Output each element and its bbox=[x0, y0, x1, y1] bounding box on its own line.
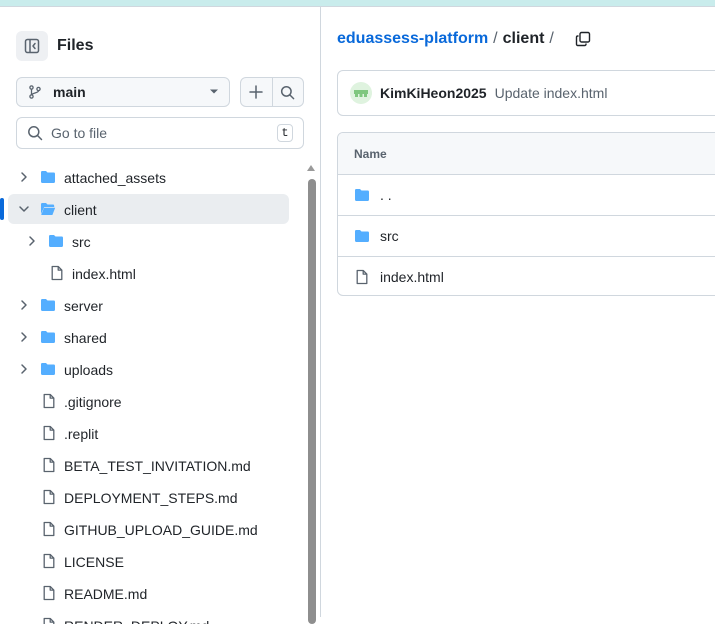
tree-item-replit[interactable]: .replit bbox=[8, 418, 289, 448]
folder-open-icon bbox=[40, 201, 56, 217]
tree-item-label: .gitignore bbox=[64, 394, 122, 410]
file-icon bbox=[41, 617, 57, 624]
table-row[interactable]: index.html bbox=[338, 257, 715, 295]
tree-item-label: LICENSE bbox=[64, 554, 124, 570]
search-icon bbox=[281, 85, 295, 99]
tree-item-label: client bbox=[64, 202, 97, 218]
file-icon bbox=[354, 269, 370, 285]
tree-item-label: GITHUB_UPLOAD_GUIDE.md bbox=[64, 522, 258, 538]
file-name-link[interactable]: src bbox=[380, 228, 399, 244]
scroll-up-arrow-icon[interactable] bbox=[307, 165, 315, 171]
sidebar-title: Files bbox=[57, 37, 94, 54]
caret-down-icon bbox=[210, 89, 218, 94]
folder-icon bbox=[40, 297, 56, 313]
search-icon bbox=[28, 126, 43, 141]
scrollbar-thumb[interactable] bbox=[308, 179, 316, 624]
chevron-right-icon[interactable] bbox=[16, 169, 32, 185]
sidebar-collapse-icon bbox=[24, 38, 40, 54]
selected-indicator bbox=[0, 198, 4, 220]
tree-item-client[interactable]: client bbox=[0, 194, 289, 224]
latest-commit-box: KimKiHeon2025 Update index.html bbox=[337, 70, 715, 116]
folder-icon bbox=[48, 233, 64, 249]
copy-path-button[interactable] bbox=[573, 29, 593, 49]
chevron-right-icon[interactable] bbox=[24, 233, 40, 249]
folder-icon bbox=[40, 169, 56, 185]
tree-item-label: src bbox=[72, 234, 91, 250]
tree-item-label: server bbox=[64, 298, 103, 314]
main-content: eduassess-platform / client / KimKiHeon2… bbox=[321, 7, 715, 617]
breadcrumb-current: client bbox=[502, 30, 545, 47]
search-files-button[interactable] bbox=[271, 78, 304, 106]
tree-item-label: index.html bbox=[72, 266, 136, 282]
folder-icon bbox=[354, 187, 370, 203]
tree-item-gitignore[interactable]: .gitignore bbox=[8, 386, 289, 416]
file-icon bbox=[41, 489, 57, 505]
tree-item-render-deploy-md[interactable]: RENDER_DEPLOY.md bbox=[8, 610, 289, 624]
tree-item-beta-test-invitation-md[interactable]: BETA_TEST_INVITATION.md bbox=[8, 450, 289, 480]
tree-item-label: uploads bbox=[64, 362, 114, 378]
tree-item-label: BETA_TEST_INVITATION.md bbox=[64, 458, 251, 474]
collapse-sidebar-button[interactable] bbox=[16, 31, 48, 61]
identicon-icon bbox=[350, 82, 372, 104]
breadcrumb-repo-link[interactable]: eduassess-platform bbox=[337, 30, 488, 48]
tree-item-shared[interactable]: shared bbox=[8, 322, 289, 352]
branch-name: main bbox=[53, 84, 86, 100]
file-icon bbox=[41, 457, 57, 473]
breadcrumb-separator: / bbox=[493, 30, 498, 47]
file-icon bbox=[41, 553, 57, 569]
file-icon bbox=[41, 393, 57, 409]
tree-item-uploads[interactable]: uploads bbox=[8, 354, 289, 384]
go-to-file-placeholder: Go to file bbox=[51, 125, 108, 141]
tree-item-attached-assets[interactable]: attached_assets bbox=[8, 162, 289, 192]
tree-item-label: DEPLOYMENT_STEPS.md bbox=[64, 490, 238, 506]
avatar[interactable] bbox=[350, 82, 372, 104]
commit-author-link[interactable]: KimKiHeon2025 bbox=[380, 85, 487, 101]
tree-item-label: shared bbox=[64, 330, 107, 346]
tree-item-index-html[interactable]: index.html bbox=[8, 258, 289, 288]
breadcrumb: eduassess-platform / client / bbox=[337, 29, 593, 49]
tree-item-src[interactable]: src bbox=[8, 226, 289, 256]
table-row[interactable]: . . bbox=[338, 175, 715, 216]
tree-item-server[interactable]: server bbox=[8, 290, 289, 320]
tree-item-license[interactable]: LICENSE bbox=[8, 546, 289, 576]
chevron-right-icon[interactable] bbox=[16, 297, 32, 313]
folder-icon bbox=[40, 329, 56, 345]
tree-item-github-upload-guide-md[interactable]: GITHUB_UPLOAD_GUIDE.md bbox=[8, 514, 289, 544]
folder-icon bbox=[40, 361, 56, 377]
tree-item-deployment-steps-md[interactable]: DEPLOYMENT_STEPS.md bbox=[8, 482, 289, 512]
tree-item-label: .replit bbox=[64, 426, 99, 442]
file-name-link[interactable]: index.html bbox=[380, 269, 444, 285]
file-tree-sidebar: Files main Go to file t attached_assets … bbox=[0, 7, 320, 624]
file-name-link[interactable]: . . bbox=[380, 187, 392, 203]
file-tree: attached_assetsclient src index.html server… bbox=[0, 161, 300, 624]
chevron-right-icon[interactable] bbox=[16, 329, 32, 345]
copy-icon bbox=[575, 31, 591, 47]
file-icon bbox=[41, 425, 57, 441]
file-icon bbox=[41, 585, 57, 601]
chevron-down-icon[interactable] bbox=[16, 201, 32, 217]
add-file-button[interactable] bbox=[241, 78, 272, 106]
keyboard-shortcut-hint: t bbox=[277, 124, 293, 142]
tree-item-label: RENDER_DEPLOY.md bbox=[64, 618, 209, 624]
tree-item-readme-md[interactable]: README.md bbox=[8, 578, 289, 608]
tree-item-label: attached_assets bbox=[64, 170, 166, 186]
file-icon bbox=[49, 265, 65, 281]
table-row[interactable]: src bbox=[338, 216, 715, 257]
tree-action-buttons bbox=[240, 77, 304, 107]
directory-table: Name . . src index.html bbox=[337, 132, 715, 296]
commit-message-link[interactable]: Update index.html bbox=[495, 85, 608, 101]
folder-icon bbox=[354, 228, 370, 244]
breadcrumb-trailing-separator: / bbox=[549, 30, 554, 47]
tree-item-label: README.md bbox=[64, 586, 148, 602]
git-branch-icon bbox=[29, 85, 41, 99]
plus-icon bbox=[249, 85, 263, 99]
go-to-file-input[interactable]: Go to file t bbox=[16, 117, 304, 149]
file-icon bbox=[41, 521, 57, 537]
tree-scrollbar[interactable] bbox=[306, 161, 318, 624]
column-header-name: Name bbox=[354, 146, 387, 161]
table-header: Name bbox=[338, 133, 715, 175]
chevron-right-icon[interactable] bbox=[16, 361, 32, 377]
branch-selector[interactable]: main bbox=[16, 77, 230, 107]
